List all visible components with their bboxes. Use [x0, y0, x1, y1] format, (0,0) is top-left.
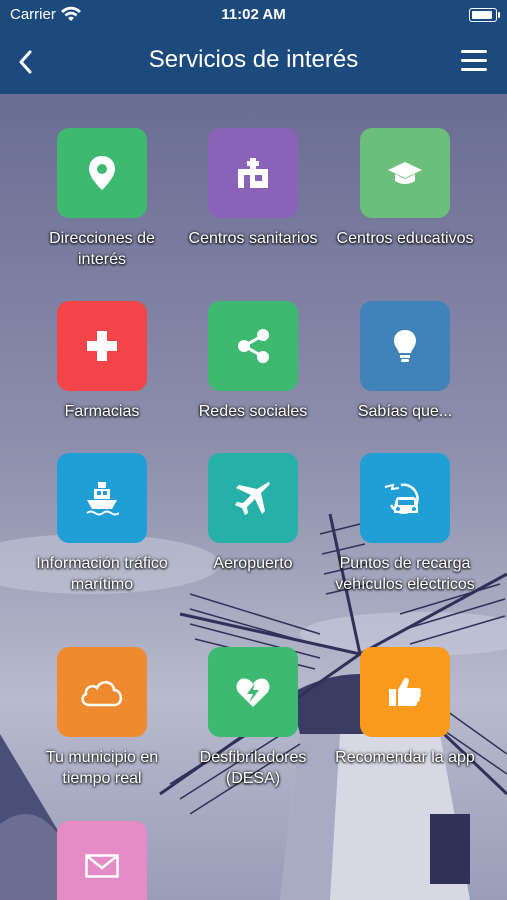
tile-redes-sociales[interactable]: Redes sociales: [178, 301, 328, 422]
cloud-icon: [81, 681, 123, 707]
tile-label: Desfibriladores (DESA): [199, 749, 307, 787]
tile-direcciones-de-interes[interactable]: Direcciones de interés: [27, 128, 177, 270]
graduation-cap-icon: [388, 162, 422, 184]
hamburger-menu-icon[interactable]: [461, 50, 487, 72]
tile-icon-box: [57, 453, 147, 543]
ev-charging-icon: [384, 483, 419, 515]
navigation-bar: Servicios de interés: [0, 30, 507, 94]
tile-label: Farmacias: [64, 403, 140, 420]
share-icon: [238, 329, 269, 363]
tile-label: Centros sanitarios: [188, 230, 318, 247]
app-screen: Carrier 11:02 AM Servicios de interés Di…: [0, 0, 507, 900]
tile-label: Sabías que...: [357, 403, 453, 420]
battery-icon: [469, 8, 500, 22]
tile-centros-educativos[interactable]: Centros educativos: [330, 128, 480, 249]
tile-centros-sanitarios[interactable]: Centros sanitarios: [178, 128, 328, 249]
tile-sabias-que[interactable]: Sabías que...: [330, 301, 480, 422]
tile-label: Tu municipio en tiempo real: [45, 749, 159, 787]
clock: 11:02 AM: [221, 6, 286, 23]
tile-label: Puntos de recarga vehículos eléctricos: [335, 555, 475, 593]
tile-label: Información tráfico marítimo: [36, 555, 168, 593]
pharmacy-cross-icon: [87, 331, 117, 361]
tile-contacto[interactable]: [27, 821, 177, 900]
tile-icon-box: [360, 301, 450, 391]
tile-label: Redes sociales: [198, 403, 308, 420]
tile-icon-box: [208, 453, 298, 543]
tile-icon-box: [57, 647, 147, 737]
tile-icon-box: [360, 453, 450, 543]
map-pin-icon: [89, 156, 115, 190]
tile-icon-box: [57, 128, 147, 218]
tile-icon-box: [57, 301, 147, 391]
tile-icon-box: [208, 301, 298, 391]
tile-icon-box: [208, 647, 298, 737]
tile-desfibriladores[interactable]: Desfibriladores (DESA): [178, 647, 328, 789]
tile-icon-box: [360, 128, 450, 218]
tile-tu-municipio-en-tiempo-real[interactable]: Tu municipio en tiempo real: [27, 647, 177, 789]
tile-icon-box: [208, 128, 298, 218]
tile-recomendar-la-app[interactable]: Recomendar la app: [330, 647, 480, 768]
tile-puntos-de-recarga[interactable]: Puntos de recarga vehículos eléctricos: [330, 453, 480, 595]
tile-label: Aeropuerto: [213, 555, 293, 572]
tile-icon-box: [360, 647, 450, 737]
defibrillator-heart-icon: [236, 678, 270, 707]
thumbs-up-icon: [389, 677, 422, 706]
envelope-icon: [85, 854, 119, 878]
tile-label: Centros educativos: [336, 230, 474, 247]
hospital-icon: [238, 158, 268, 188]
ship-icon: [86, 482, 119, 516]
services-grid: Direcciones de interés Centros sanitario…: [0, 94, 507, 900]
tile-label: Recomendar la app: [335, 749, 475, 766]
tile-label: Direcciones de interés: [49, 230, 155, 268]
status-bar: Carrier 11:02 AM: [0, 0, 507, 30]
airplane-icon: [235, 482, 270, 515]
tile-aeropuerto[interactable]: Aeropuerto: [178, 453, 328, 574]
tile-farmacias[interactable]: Farmacias: [27, 301, 177, 422]
tile-informacion-trafico-maritimo[interactable]: Información tráfico marítimo: [27, 453, 177, 595]
page-title: Servicios de interés: [148, 46, 359, 73]
tile-icon-box: [57, 821, 147, 900]
lightbulb-icon: [394, 330, 416, 362]
